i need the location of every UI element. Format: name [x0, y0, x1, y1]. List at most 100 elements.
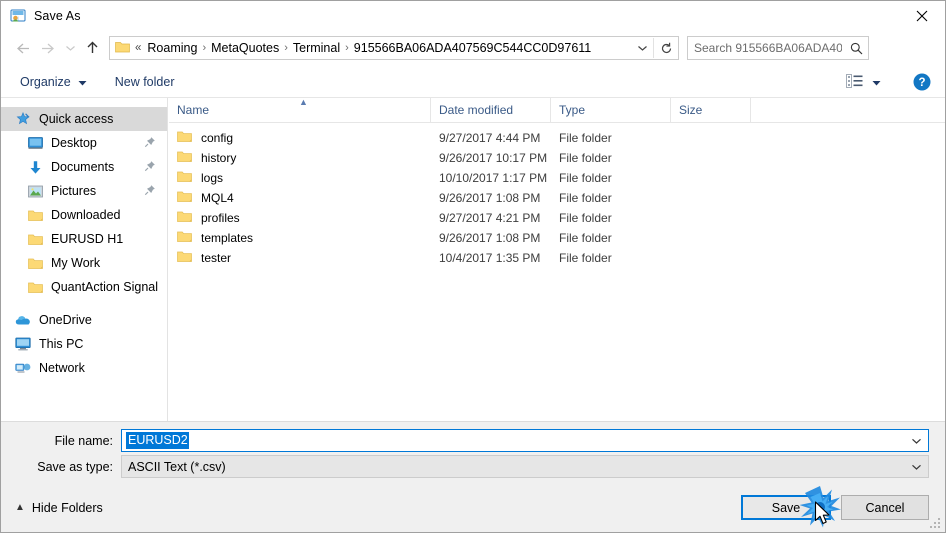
column-header-label: Size: [679, 103, 703, 117]
list-view-icon: [846, 73, 863, 91]
cell-name: history: [169, 150, 431, 166]
cell-type: File folder: [559, 231, 612, 245]
save-as-type-select[interactable]: ASCII Text (*.csv): [121, 455, 929, 478]
navigation-pane: Quick access Desktop Documents Pictures …: [1, 98, 168, 421]
close-icon[interactable]: [899, 1, 945, 31]
column-header-type[interactable]: Type: [551, 98, 671, 123]
sidebar-item-desktop[interactable]: Desktop: [1, 131, 167, 155]
address-bar[interactable]: « Roaming › MetaQuotes › Terminal › 9155…: [109, 36, 679, 60]
arrow-right-icon[interactable]: [35, 35, 61, 61]
column-header-row: ▲ Name Date modified Type Size: [169, 98, 945, 123]
breadcrumb-item-terminal[interactable]: Terminal: [289, 40, 344, 56]
svg-text:?: ?: [918, 77, 925, 89]
file-list-pane: ▲ Name Date modified Type Size config 9/2…: [169, 98, 945, 421]
save-button[interactable]: Save: [741, 495, 831, 520]
sidebar-item-downloaded[interactable]: Downloaded: [1, 203, 167, 227]
triangle-down-icon: [78, 75, 87, 89]
this-pc-icon: [15, 336, 31, 352]
folder-icon: [177, 170, 193, 186]
table-row[interactable]: tester 10/4/2017 1:35 PM File folder: [169, 248, 945, 268]
save-as-type-label: Save as type:: [37, 459, 113, 474]
column-header-name[interactable]: ▲ Name: [169, 98, 431, 123]
file-name-value[interactable]: EURUSD2: [126, 432, 189, 449]
cell-date-modified: 10/4/2017 1:35 PM: [439, 251, 541, 265]
chevron-down-icon[interactable]: [904, 430, 928, 451]
help-circle-icon[interactable]: ?: [913, 73, 931, 91]
sidebar-item-label: Desktop: [51, 136, 97, 150]
column-header-size[interactable]: Size: [671, 98, 751, 123]
folder-icon: [177, 130, 193, 146]
caret-up-icon: ▲: [15, 502, 25, 513]
sidebar-item-onedrive[interactable]: OneDrive: [1, 308, 167, 332]
file-name-text: history: [201, 151, 237, 165]
folder-icon: [115, 40, 130, 56]
folder-icon: [177, 230, 193, 246]
table-row[interactable]: profiles 9/27/2017 4:21 PM File folder: [169, 208, 945, 228]
view-options-button[interactable]: [840, 70, 887, 95]
pin-icon[interactable]: [144, 184, 156, 196]
triangle-down-icon[interactable]: [872, 75, 881, 89]
search-icon[interactable]: [844, 37, 868, 59]
sidebar-item-label: EURUSD H1: [51, 232, 124, 246]
folder-icon: [177, 250, 193, 266]
caret-up-icon: ▲: [299, 98, 308, 107]
cell-type: File folder: [559, 171, 612, 185]
save-button-label: Save: [771, 500, 801, 515]
sidebar-item-label: Network: [39, 361, 85, 375]
save-as-type-row: Save as type: ASCII Text (*.csv): [1, 455, 945, 478]
breadcrumb-item-metaquotes[interactable]: MetaQuotes: [207, 40, 283, 56]
sidebar-item-label: My Work: [51, 256, 101, 270]
table-row[interactable]: templates 9/26/2017 1:08 PM File folder: [169, 228, 945, 248]
table-row[interactable]: history 9/26/2017 10:17 PM File folder: [169, 148, 945, 168]
file-name-text: config: [201, 131, 234, 145]
table-row[interactable]: logs 10/10/2017 1:17 PM File folder: [169, 168, 945, 188]
organize-button[interactable]: Organize: [13, 72, 94, 92]
sidebar-item-eurusd-h1[interactable]: EURUSD H1: [1, 227, 167, 251]
cell-name: tester: [169, 250, 431, 266]
address-dropdown-icon[interactable]: [631, 37, 653, 59]
hide-folders-button[interactable]: ▲ Hide Folders: [15, 501, 103, 515]
breadcrumb-overflow[interactable]: «: [134, 42, 143, 54]
cancel-button[interactable]: Cancel: [841, 495, 929, 520]
search-input[interactable]: [688, 40, 844, 56]
pin-icon[interactable]: [144, 136, 156, 148]
sidebar-item-this-pc[interactable]: This PC: [1, 332, 167, 356]
sidebar-item-quick-access[interactable]: Quick access: [1, 107, 167, 131]
new-folder-button[interactable]: New folder: [108, 72, 182, 92]
sidebar-item-network[interactable]: Network: [1, 356, 167, 380]
column-header-date-modified[interactable]: Date modified: [431, 98, 551, 123]
sidebar-item-pictures[interactable]: Pictures: [1, 179, 167, 203]
cell-name: config: [169, 130, 431, 146]
desktop-icon: [27, 135, 43, 151]
table-row[interactable]: MQL4 9/26/2017 1:08 PM File folder: [169, 188, 945, 208]
folder-icon: [27, 255, 43, 271]
table-row[interactable]: config 9/27/2017 4:44 PM File folder: [169, 128, 945, 148]
sidebar-item-my-work[interactable]: My Work: [1, 251, 167, 275]
arrow-left-icon[interactable]: [9, 35, 35, 61]
sidebar-item-label: Downloaded: [51, 208, 121, 222]
sidebar-item-quantaction-signal[interactable]: QuantAction Signal: [1, 275, 167, 299]
sidebar-item-label: This PC: [39, 337, 84, 351]
chevron-down-icon[interactable]: [61, 35, 79, 61]
file-name-text: logs: [201, 171, 224, 185]
file-name-input[interactable]: EURUSD2: [121, 429, 929, 452]
pin-icon[interactable]: [144, 160, 156, 172]
sidebar-item-label: OneDrive: [39, 313, 92, 327]
refresh-icon[interactable]: [654, 37, 678, 59]
arrow-up-icon[interactable]: [79, 35, 105, 61]
file-name-text: MQL4: [201, 191, 234, 205]
chevron-down-icon[interactable]: [904, 456, 928, 477]
column-header-label: Name: [177, 103, 210, 117]
breadcrumb-item-current[interactable]: 915566BA06ADA407569C544CC0D97611: [350, 40, 595, 56]
new-folder-label: New folder: [114, 75, 175, 89]
breadcrumb-item-roaming[interactable]: Roaming: [143, 40, 201, 56]
sidebar-item-documents[interactable]: Documents: [1, 155, 167, 179]
hide-folders-label: Hide Folders: [31, 501, 103, 515]
cell-date-modified: 9/26/2017 1:08 PM: [439, 191, 541, 205]
cell-date-modified: 9/27/2017 4:21 PM: [439, 211, 541, 225]
folder-icon: [27, 279, 43, 295]
folder-icon: [177, 210, 193, 226]
cell-name: MQL4: [169, 190, 431, 206]
search-box[interactable]: [687, 36, 869, 60]
